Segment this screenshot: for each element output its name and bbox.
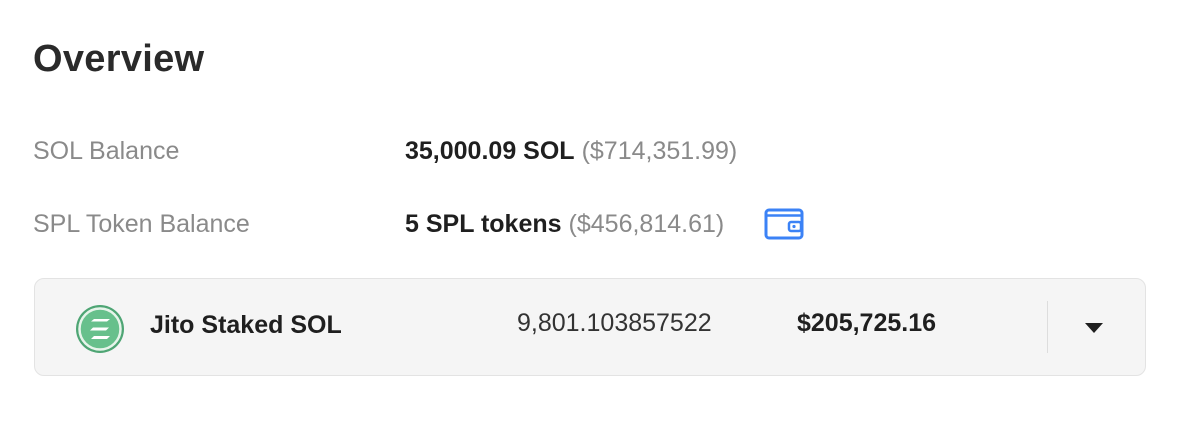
token-row-jito-staked-sol[interactable]: Jito Staked SOL 9,801.103857522 $205,725… xyxy=(34,278,1146,376)
expand-token-button[interactable] xyxy=(1075,313,1113,343)
token-usd-value: $205,725.16 xyxy=(797,309,937,337)
page-title: Overview xyxy=(33,38,205,80)
divider xyxy=(1047,301,1048,353)
token-name: Jito Staked SOL xyxy=(150,311,342,339)
spl-token-balance-value: 5 SPL tokens ($456,814.61) xyxy=(405,210,724,239)
sol-balance-amount: 35,000.09 SOL xyxy=(405,136,575,165)
jito-staked-sol-logo-icon xyxy=(75,304,125,354)
wallet-button[interactable] xyxy=(764,207,804,241)
spl-token-balance-usd: ($456,814.61) xyxy=(568,209,725,238)
sol-balance-usd: ($714,351.99) xyxy=(581,136,738,165)
spl-token-balance-row: SPL Token Balance 5 SPL tokens ($456,814… xyxy=(33,204,1133,244)
sol-balance-row: SOL Balance 35,000.09 SOL ($714,351.99) xyxy=(33,131,1133,171)
token-amount: 9,801.103857522 xyxy=(517,309,712,337)
sol-balance-value: 35,000.09 SOL ($714,351.99) xyxy=(405,137,737,166)
wallet-icon xyxy=(764,208,804,240)
spl-token-balance-amount: 5 SPL tokens xyxy=(405,209,562,238)
caret-down-icon xyxy=(1085,323,1103,333)
spl-token-balance-label: SPL Token Balance xyxy=(33,209,250,238)
sol-balance-label: SOL Balance xyxy=(33,136,180,165)
